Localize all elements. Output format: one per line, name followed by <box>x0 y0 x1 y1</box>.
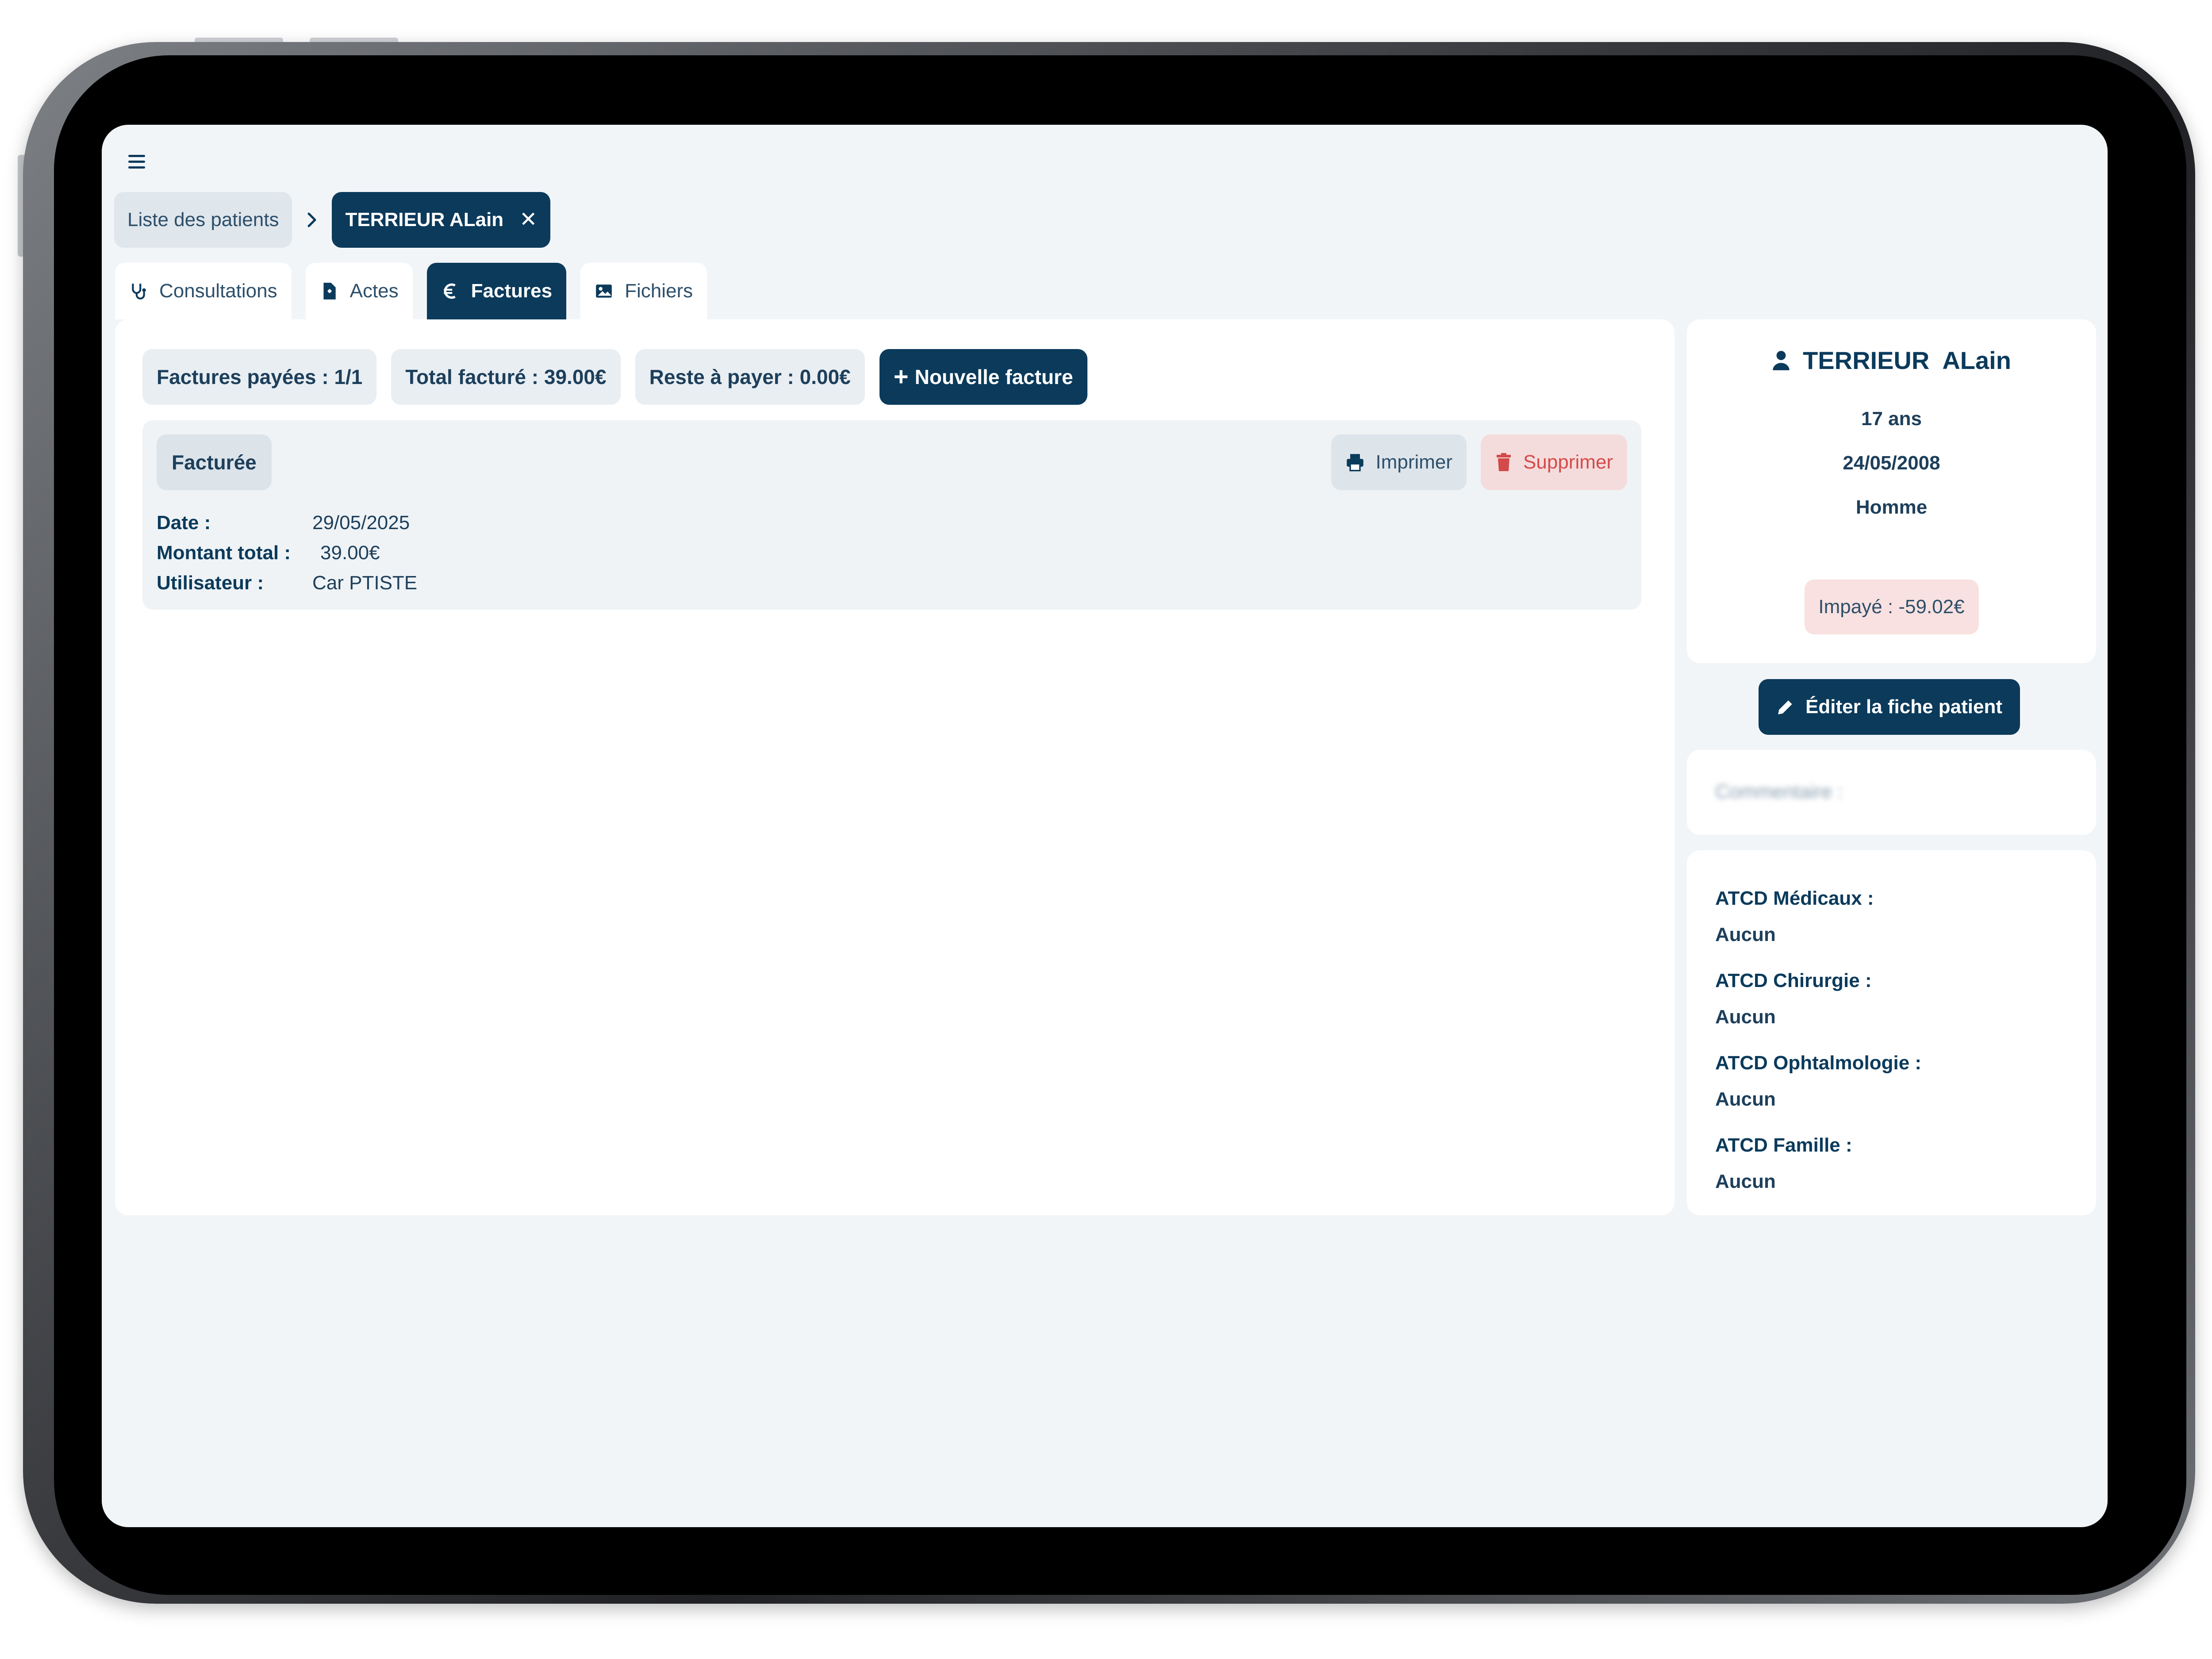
unpaid-badge: Impayé : -59.02€ <box>1804 580 1979 634</box>
atcd-value: Aucun <box>1715 924 1776 945</box>
invoice-user-label: Utilisateur : <box>157 572 264 594</box>
trash-icon <box>1497 453 1511 471</box>
pencil-icon <box>1778 700 1792 714</box>
invoice-user-row: Utilisateur : Car PTISTE <box>157 568 417 598</box>
euro-icon <box>443 283 456 299</box>
patient-gender: Homme <box>1855 496 1928 518</box>
edit-patient-button[interactable]: Éditer la fiche patient <box>1759 679 2020 735</box>
invoices-panel: Factures payées : 1/1 Total facturé : 39… <box>115 319 1674 1215</box>
atcd-ophthalmology: ATCD Ophtalmologie : Aucun <box>1715 1045 2068 1118</box>
atcd-label: ATCD Famille : <box>1715 1134 1852 1156</box>
patient-birthdate: 24/05/2008 <box>1843 452 1940 474</box>
invoice-date-row: Date : 29/05/2025 <box>157 508 417 538</box>
tab-fichiers[interactable]: Fichiers <box>580 263 707 319</box>
invoice-amount-value: 39.00€ <box>320 542 380 564</box>
print-button[interactable]: Imprimer <box>1331 434 1467 490</box>
tab-label: Fichiers <box>625 280 693 302</box>
invoice-actions: Imprimer Supprimer <box>1331 434 1627 490</box>
close-icon[interactable]: ✕ <box>519 209 537 230</box>
stat-paid-invoices: Factures payées : 1/1 <box>142 349 377 405</box>
atcd-value: Aucun <box>1715 1088 1776 1110</box>
patient-tabs: Consultations Actes Factures Fichiers <box>115 263 707 319</box>
printer-icon <box>1347 454 1364 472</box>
breadcrumb-current-patient[interactable]: TERRIEUR ALain ✕ <box>332 192 551 248</box>
invoice-date-label: Date : <box>157 512 211 534</box>
breadcrumb: Liste des patients TERRIEUR ALain ✕ <box>114 192 551 248</box>
patient-summary-card: TERRIEUR ALain 17 ans 24/05/2008 Homme I… <box>1687 319 2096 663</box>
breadcrumb-current-label: TERRIEUR ALain <box>345 209 504 230</box>
invoice-details: Date : 29/05/2025 Montant total : 39.00€… <box>157 508 417 598</box>
tab-label: Factures <box>471 280 553 302</box>
print-label: Imprimer <box>1375 451 1453 473</box>
tab-consultations[interactable]: Consultations <box>115 263 292 319</box>
breadcrumb-patient-list[interactable]: Liste des patients <box>114 192 292 248</box>
edit-patient-label: Éditer la fiche patient <box>1805 696 2002 718</box>
app-screen: Liste des patients TERRIEUR ALain ✕ Cons… <box>102 125 2108 1527</box>
patient-age: 17 ans <box>1861 408 1922 430</box>
tab-label: Consultations <box>159 280 277 302</box>
atcd-family: ATCD Famille : Aucun <box>1715 1127 2068 1200</box>
plus-icon: + <box>893 362 909 391</box>
stethoscope-icon <box>132 284 146 300</box>
stat-remaining: Reste à payer : 0.00€ <box>635 349 865 405</box>
new-invoice-button[interactable]: + Nouvelle facture <box>879 349 1087 405</box>
delete-button[interactable]: Supprimer <box>1481 434 1627 490</box>
comment-card: Commentaire : <box>1687 750 2096 835</box>
atcd-value: Aucun <box>1715 1171 1776 1192</box>
chevron-right-icon <box>292 211 332 229</box>
invoice-user-value: Car PTISTE <box>312 572 418 594</box>
atcd-surgery: ATCD Chirurgie : Aucun <box>1715 963 2068 1035</box>
invoice-date-value: 29/05/2025 <box>312 512 410 534</box>
stat-total-billed: Total facturé : 39.00€ <box>391 349 621 405</box>
invoice-stats: Factures payées : 1/1 Total facturé : 39… <box>142 349 1087 405</box>
invoice-amount-row: Montant total : 39.00€ <box>157 538 417 568</box>
delete-label: Supprimer <box>1523 451 1613 473</box>
tab-actes[interactable]: Actes <box>305 263 413 319</box>
tab-factures[interactable]: Factures <box>426 263 567 319</box>
image-icon <box>596 284 612 298</box>
patient-name-text: TERRIEUR ALain <box>1803 346 2011 374</box>
atcd-label: ATCD Médicaux : <box>1715 887 1874 909</box>
hamburger-menu-icon[interactable] <box>128 155 145 170</box>
medical-history-card: ATCD Médicaux : Aucun ATCD Chirurgie : A… <box>1687 850 2096 1215</box>
invoice-status-badge: Facturée <box>157 434 272 490</box>
invoice-card: Facturée Imprimer Supprimer Date : 29/05… <box>142 420 1641 610</box>
comment-label: Commentaire : <box>1715 781 1843 803</box>
invoice-amount-label: Montant total : <box>157 542 291 564</box>
new-invoice-label: Nouvelle facture <box>914 365 1073 388</box>
file-medical-icon <box>323 283 336 300</box>
atcd-label: ATCD Ophtalmologie : <box>1715 1052 1922 1074</box>
atcd-medical: ATCD Médicaux : Aucun <box>1715 880 2068 953</box>
atcd-value: Aucun <box>1715 1006 1776 1028</box>
tab-label: Actes <box>349 280 399 302</box>
user-icon <box>1773 350 1790 370</box>
patient-name: TERRIEUR ALain <box>1687 346 2096 375</box>
atcd-label: ATCD Chirurgie : <box>1715 970 1872 991</box>
